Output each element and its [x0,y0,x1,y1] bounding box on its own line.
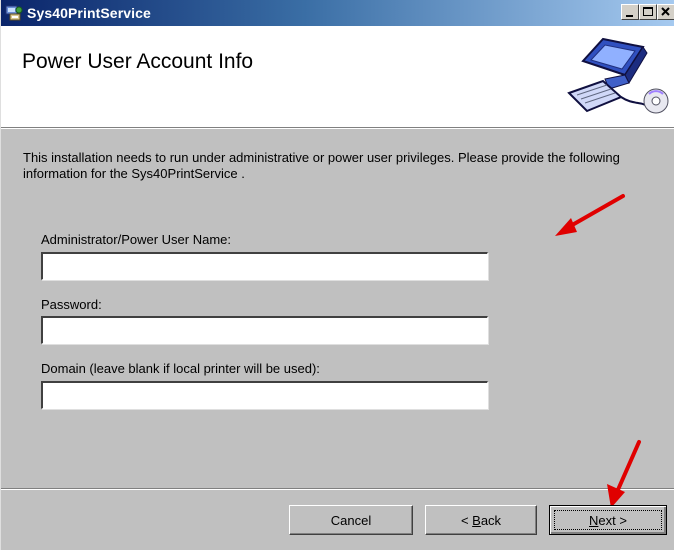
close-button[interactable] [657,4,674,20]
user-name-field[interactable] [41,252,488,280]
close-icon [661,7,670,16]
cancel-button-label: Cancel [330,512,372,528]
window-title: Sys40PrintService [27,5,151,21]
page-title: Power User Account Info [22,50,254,73]
header-divider [1,128,674,129]
installer-window: Sys40PrintService Power User Account Inf… [0,0,674,550]
domain-label: Domain (leave blank if local printer wil… [41,361,320,376]
maximize-button[interactable] [639,4,657,20]
focus-rectangle [554,510,662,530]
back-button[interactable]: < Back [425,505,537,535]
next-button[interactable]: Next > [549,505,667,535]
password-field[interactable] [41,316,488,344]
description-text: This installation needs to run under adm… [23,150,620,181]
domain-field[interactable] [41,381,488,409]
title-bar[interactable]: Sys40PrintService [1,0,674,26]
footer-divider-highlight [1,489,674,490]
red-arrow-icon [607,440,641,508]
header-panel: Power User Account Info [1,26,674,128]
cancel-button[interactable]: Cancel [289,505,413,535]
red-arrow-icon [555,194,625,236]
maximize-icon [643,7,653,16]
password-label: Password: [41,297,102,312]
installer-icon [5,5,23,21]
minimize-button[interactable] [621,4,639,20]
back-button-label: < Back [460,512,502,528]
minimize-icon [626,15,633,17]
computer-icon [567,37,669,114]
user-name-label: Administrator/Power User Name: [41,232,231,247]
